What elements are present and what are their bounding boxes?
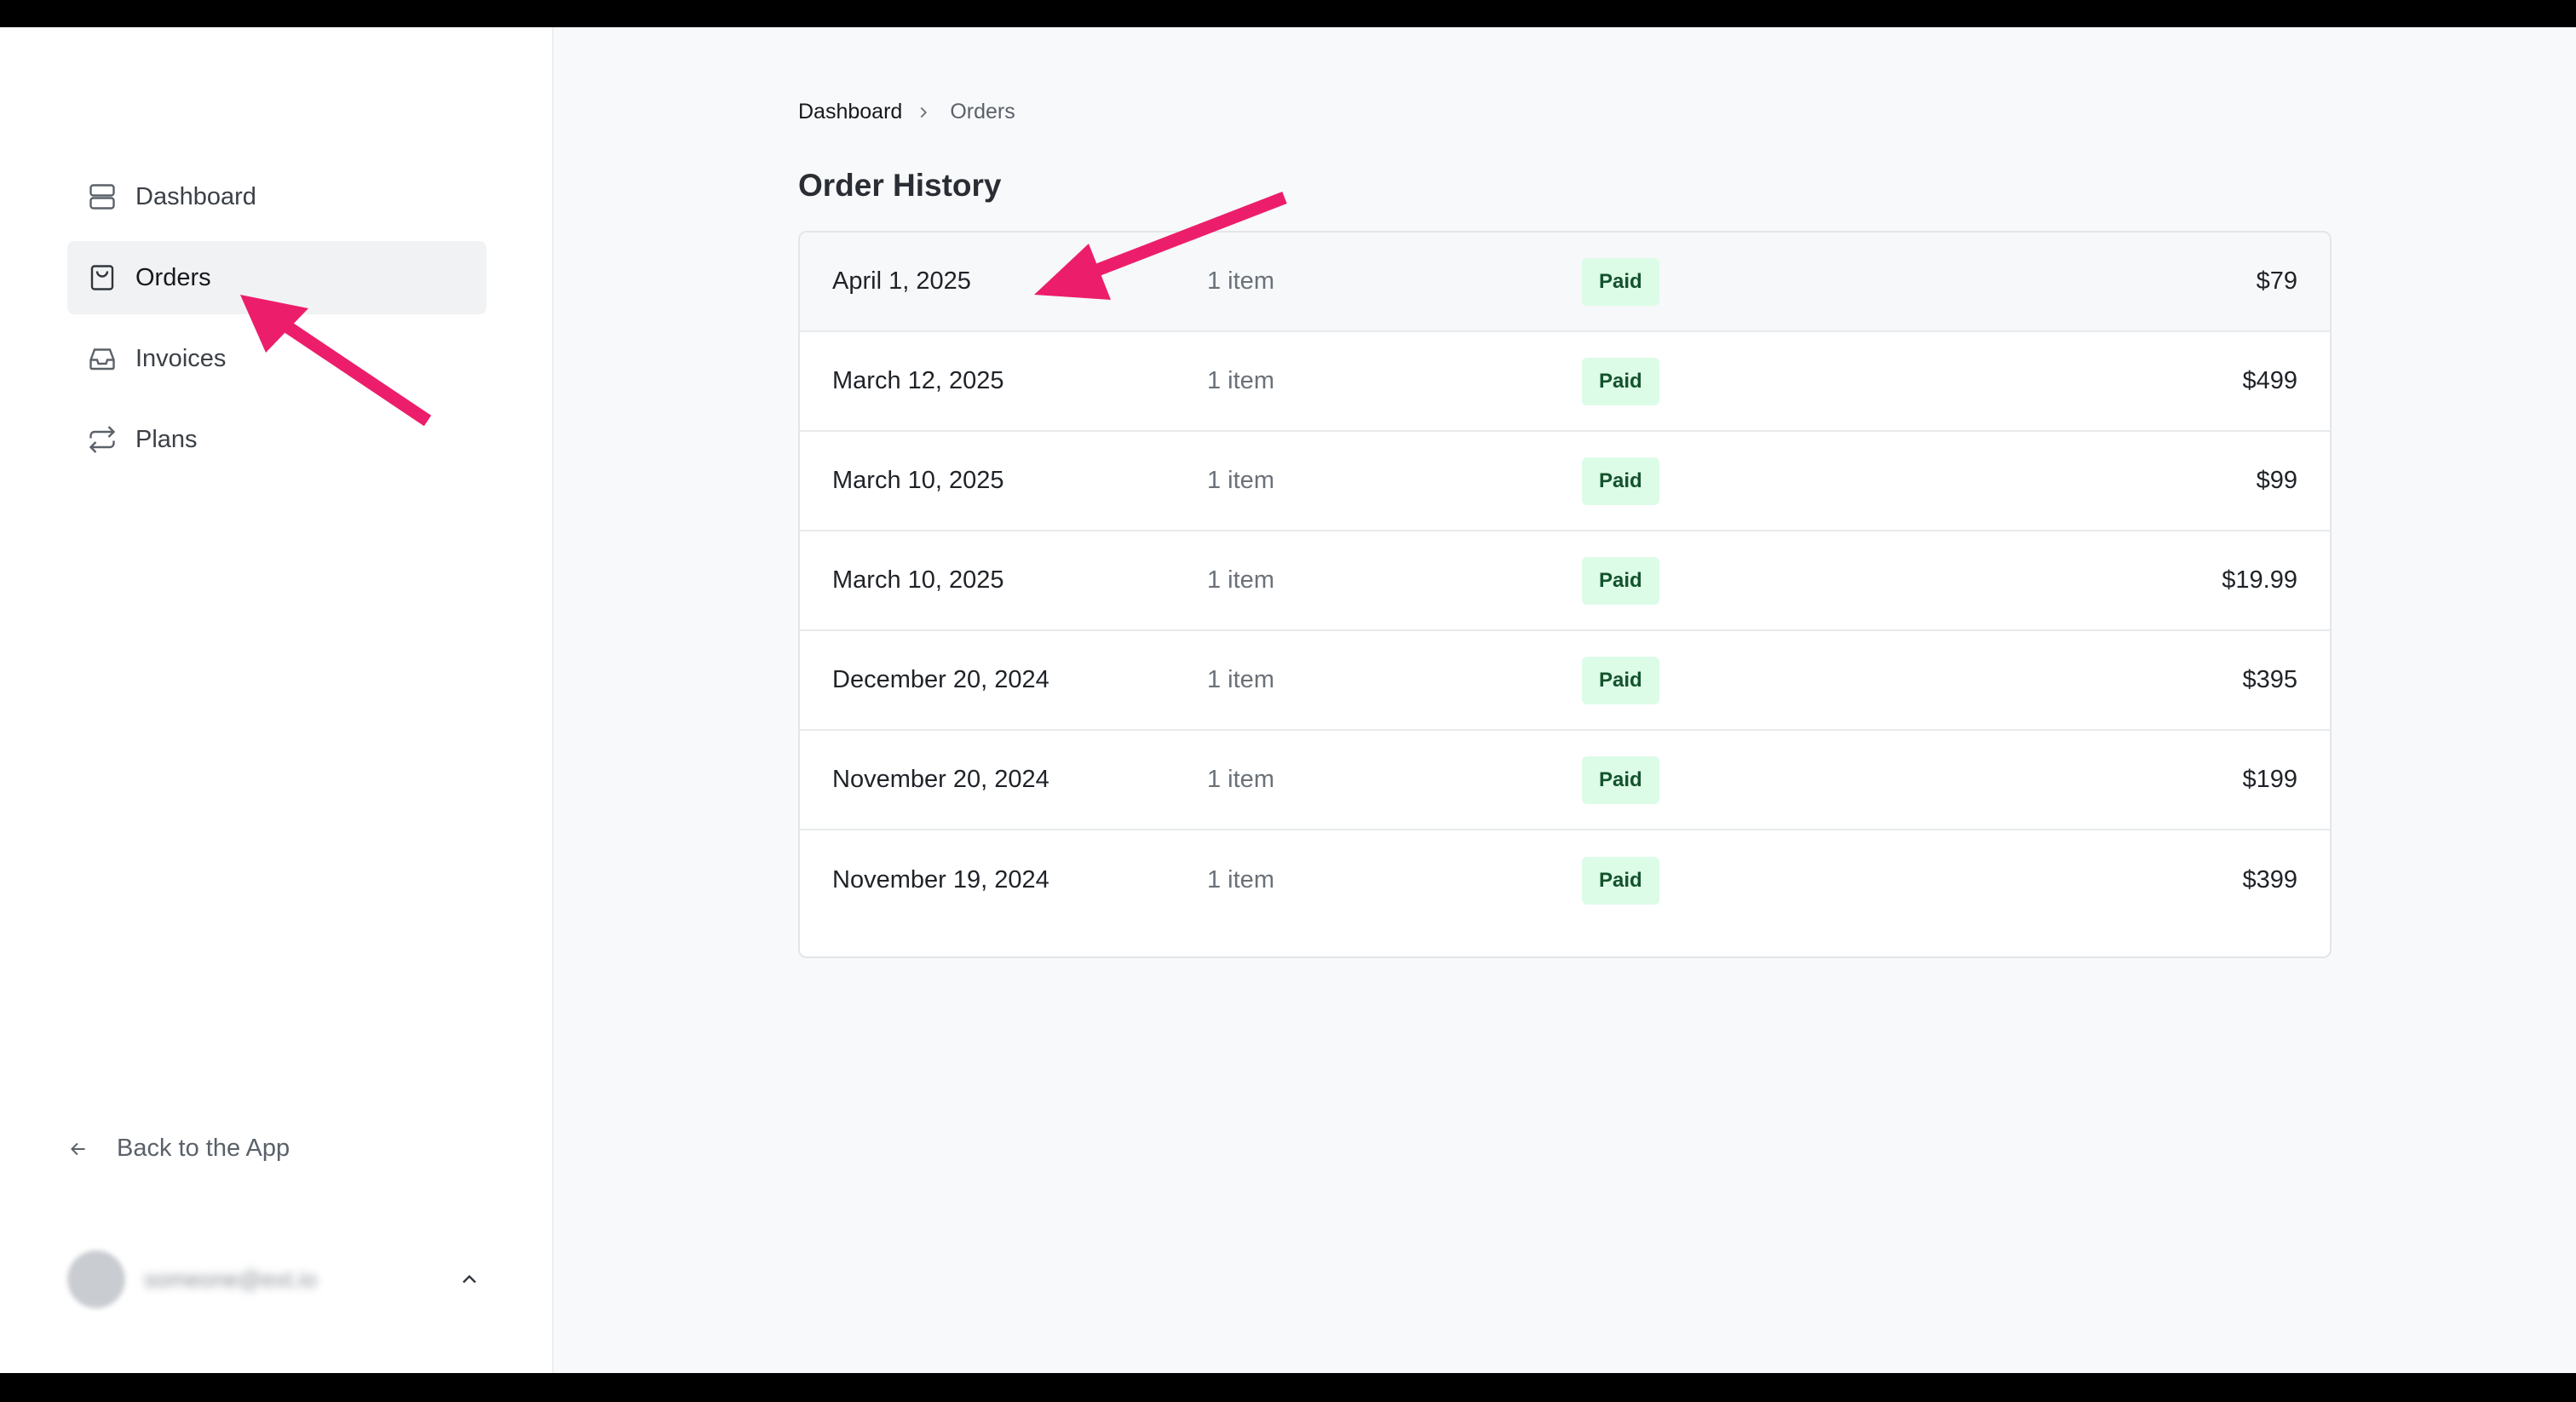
table-row[interactable]: November 20, 2024 1 item Paid $199 — [800, 731, 2330, 830]
table-row[interactable]: December 20, 2024 1 item Paid $395 — [800, 631, 2330, 731]
table-row[interactable]: March 10, 2025 1 item Paid $19.99 — [800, 531, 2330, 631]
order-amount: $399 — [2242, 866, 2297, 893]
chevron-right-icon — [914, 101, 938, 124]
status-cell: Paid — [1582, 531, 1659, 629]
back-to-app-link[interactable]: Back to the App — [67, 1135, 290, 1163]
order-amount: $19.99 — [2222, 566, 2297, 594]
order-amount: $395 — [2242, 666, 2297, 693]
sidebar-item-label: Orders — [135, 263, 211, 291]
order-date: November 19, 2024 — [832, 866, 1049, 893]
order-amount: $199 — [2242, 766, 2297, 793]
sidebar-item-orders[interactable]: Orders — [67, 241, 486, 314]
order-date: March 10, 2025 — [832, 566, 1004, 594]
table-row[interactable]: November 19, 2024 1 item Paid $399 — [800, 830, 2330, 930]
avatar — [67, 1250, 125, 1308]
order-items: 1 item — [1207, 267, 1274, 295]
sidebar-item-dashboard[interactable]: Dashboard — [67, 160, 486, 233]
chevron-up-icon[interactable] — [457, 1267, 481, 1291]
order-date: March 12, 2025 — [832, 367, 1004, 394]
status-badge: Paid — [1582, 257, 1659, 306]
status-cell: Paid — [1582, 332, 1659, 430]
order-items: 1 item — [1207, 566, 1274, 594]
table-row[interactable]: April 1, 2025 1 item Paid $79 — [800, 233, 2330, 332]
sidebar-nav: Dashboard Orders Invoices Plans — [67, 160, 486, 484]
table-row[interactable]: March 10, 2025 1 item Paid $99 — [800, 432, 2330, 531]
breadcrumb-dashboard[interactable]: Dashboard — [798, 100, 902, 124]
status-badge: Paid — [1582, 656, 1659, 704]
orders-table: April 1, 2025 1 item Paid $79 March 12, … — [798, 231, 2332, 958]
status-cell: Paid — [1582, 631, 1659, 729]
order-amount: $499 — [2242, 367, 2297, 394]
order-date: March 10, 2025 — [832, 467, 1004, 494]
breadcrumb: Dashboard Orders — [798, 100, 1015, 124]
arrow-left-icon — [67, 1136, 93, 1162]
order-items: 1 item — [1207, 766, 1274, 793]
order-amount: $79 — [2256, 267, 2297, 295]
status-cell: Paid — [1582, 432, 1659, 530]
order-items: 1 item — [1207, 467, 1274, 494]
user-email: someone@ext.io — [144, 1266, 318, 1292]
status-cell: Paid — [1582, 233, 1659, 330]
status-cell: Paid — [1582, 830, 1659, 930]
status-badge: Paid — [1582, 457, 1659, 505]
server-icon — [86, 181, 118, 213]
breadcrumb-orders: Orders — [950, 100, 1015, 124]
sidebar-item-label: Invoices — [135, 344, 227, 372]
page-title: Order History — [798, 168, 1002, 203]
user-menu[interactable]: someone@ext.io — [67, 1245, 486, 1313]
sidebar-item-label: Dashboard — [135, 182, 256, 210]
sidebar: Dashboard Orders Invoices Plans Back to … — [0, 27, 554, 1373]
app-window: Dashboard Orders Invoices Plans Back to … — [0, 27, 2576, 1373]
status-badge: Paid — [1582, 756, 1659, 804]
sidebar-item-plans[interactable]: Plans — [67, 403, 486, 476]
status-badge: Paid — [1582, 357, 1659, 405]
order-amount: $99 — [2256, 467, 2297, 494]
order-date: April 1, 2025 — [832, 267, 971, 295]
sidebar-item-invoices[interactable]: Invoices — [67, 322, 486, 395]
sidebar-item-label: Plans — [135, 425, 198, 453]
order-date: November 20, 2024 — [832, 766, 1049, 793]
order-date: December 20, 2024 — [832, 666, 1049, 693]
repeat-icon — [86, 423, 118, 456]
order-items: 1 item — [1207, 666, 1274, 693]
inbox-icon — [86, 342, 118, 375]
back-to-app-label: Back to the App — [117, 1135, 290, 1162]
order-items: 1 item — [1207, 866, 1274, 893]
status-badge: Paid — [1582, 856, 1659, 905]
status-cell: Paid — [1582, 731, 1659, 829]
order-items: 1 item — [1207, 367, 1274, 394]
status-badge: Paid — [1582, 556, 1659, 605]
table-row[interactable]: March 12, 2025 1 item Paid $499 — [800, 332, 2330, 432]
shopping-bag-icon — [86, 261, 118, 294]
